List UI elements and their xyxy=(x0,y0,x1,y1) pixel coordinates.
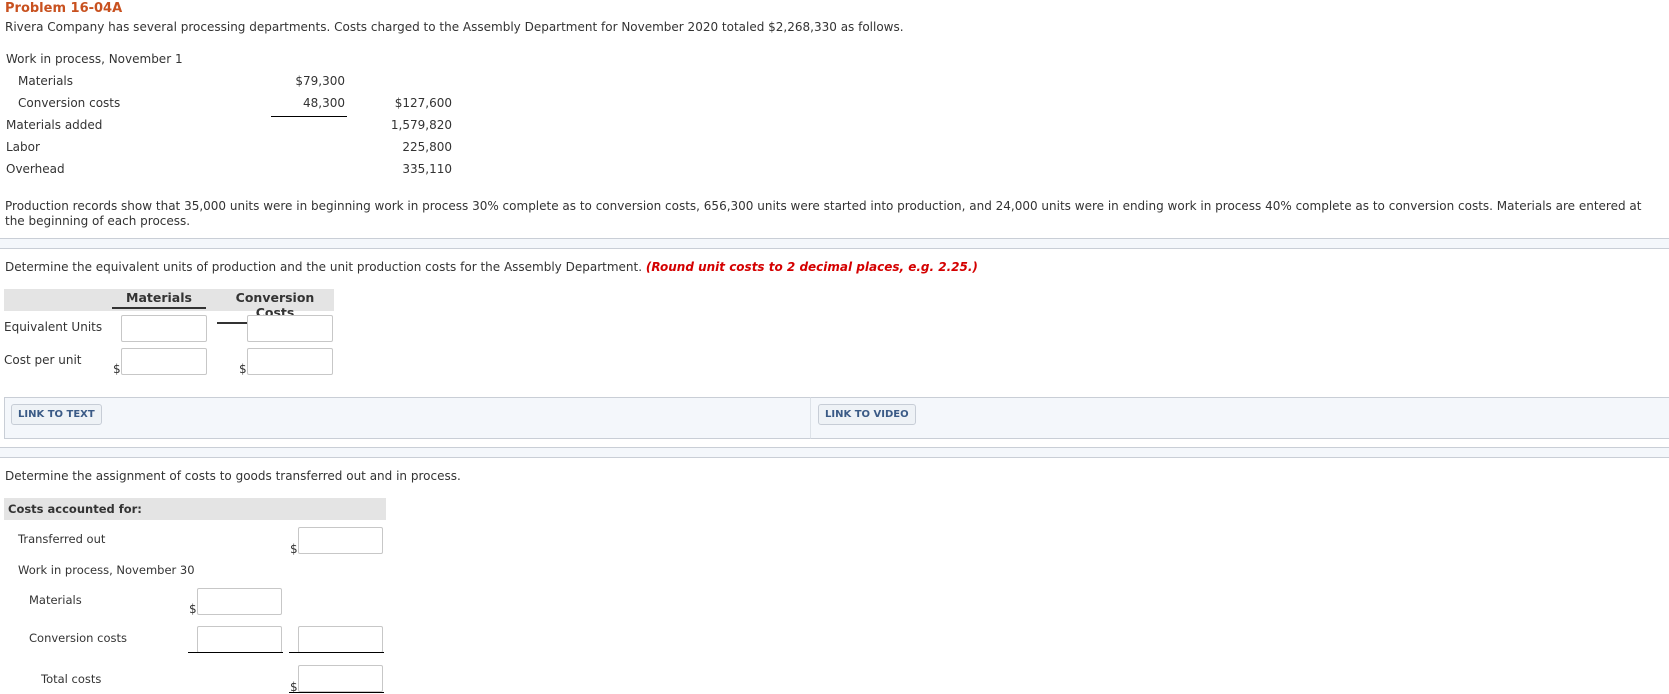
link-to-video-panel: LINK TO VIDEO xyxy=(810,397,1669,439)
total-costs-input[interactable] xyxy=(298,665,383,692)
total-costs-label: Total costs xyxy=(41,672,102,686)
part1-instruction-text: Determine the equivalent units of produc… xyxy=(5,260,643,274)
costs-accounted-for-header: Costs accounted for: xyxy=(8,502,142,516)
equivalent-units-conversion-input[interactable] xyxy=(247,315,333,342)
section-divider xyxy=(0,238,1669,249)
dollar-sign: $ xyxy=(113,362,121,376)
cost-per-unit-label: Cost per unit xyxy=(4,353,82,367)
rounding-hint: (Round unit costs to 2 decimal places, e… xyxy=(645,260,978,274)
wip-conversion-costs-label: Conversion costs xyxy=(29,631,127,645)
cost-wip-label: Work in process, November 1 xyxy=(6,52,183,66)
wip-november-30-label: Work in process, November 30 xyxy=(18,563,195,577)
link-to-text-button[interactable]: LINK TO TEXT xyxy=(11,404,102,425)
dollar-sign: $ xyxy=(189,602,197,616)
subtotal-rule xyxy=(271,116,347,117)
part1-instruction: Determine the equivalent units of produc… xyxy=(5,260,978,274)
cost-per-unit-materials-input[interactable] xyxy=(121,348,207,375)
cost-row-label: Overhead xyxy=(6,162,65,176)
section-divider xyxy=(0,447,1669,458)
problem-intro: Rivera Company has several processing de… xyxy=(5,20,904,34)
transferred-out-input[interactable] xyxy=(298,527,383,554)
total-costs-rule xyxy=(289,692,384,693)
equivalent-units-materials-input[interactable] xyxy=(121,315,207,342)
transferred-out-label: Transferred out xyxy=(18,532,106,546)
cost-row-col2: $127,600 xyxy=(394,96,452,110)
cost-row-label: Conversion costs xyxy=(18,96,121,110)
wip-conversion-rule xyxy=(188,652,283,653)
wip-materials-label: Materials xyxy=(29,593,82,607)
wip-total-rule xyxy=(289,652,384,653)
cost-row-label: Materials added xyxy=(6,118,103,132)
link-to-text-panel: LINK TO TEXT xyxy=(4,397,810,439)
column-header-materials: Materials xyxy=(112,290,206,309)
cost-row-label: Labor xyxy=(6,140,40,154)
dollar-sign: $ xyxy=(239,362,247,376)
cost-row-col1: 48,300 xyxy=(303,96,345,110)
cost-row-col2: 225,800 xyxy=(402,140,452,154)
cost-row-label: Materials xyxy=(18,74,74,88)
cost-row-col1: $79,300 xyxy=(295,74,345,88)
production-records-text: Production records show that 35,000 unit… xyxy=(5,199,1642,228)
dollar-sign: $ xyxy=(290,542,298,556)
cost-row-col2: 1,579,820 xyxy=(390,118,452,132)
equivalent-units-label: Equivalent Units xyxy=(4,320,103,334)
wip-total-input[interactable] xyxy=(298,626,383,653)
wip-materials-input[interactable] xyxy=(197,588,282,615)
cost-per-unit-conversion-input[interactable] xyxy=(247,348,333,375)
cost-row-col2: 335,110 xyxy=(402,162,452,176)
wip-conversion-costs-input[interactable] xyxy=(197,626,282,653)
problem-title: Problem 16-04A xyxy=(5,1,123,16)
link-to-video-button[interactable]: LINK TO VIDEO xyxy=(818,404,916,425)
part2-instruction: Determine the assignment of costs to goo… xyxy=(5,469,461,483)
